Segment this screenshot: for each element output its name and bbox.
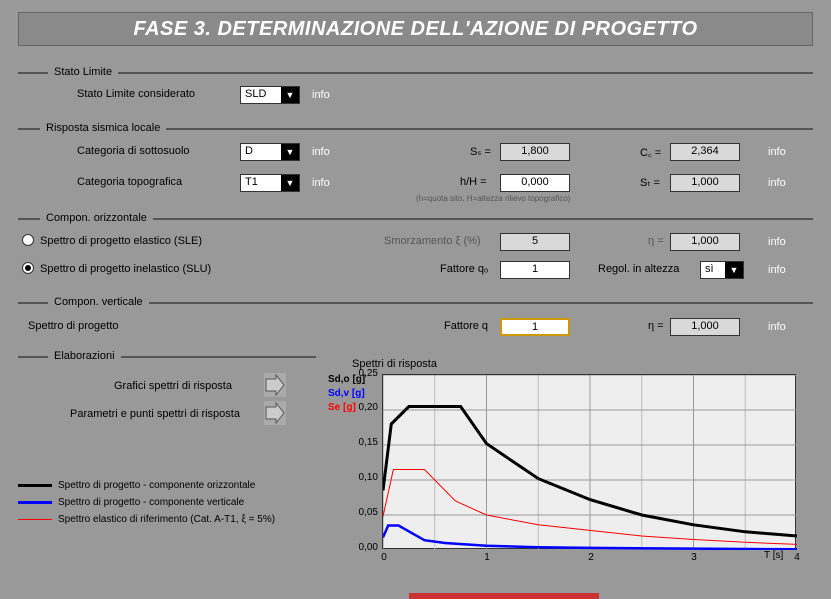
panel-tab-stato-limite: Stato Limite bbox=[48, 66, 118, 78]
info-link-sottosuolo[interactable]: info bbox=[312, 146, 330, 158]
button-grafici[interactable] bbox=[264, 373, 286, 397]
label-st: Sₜ = bbox=[640, 176, 660, 189]
legend-item-1: Spettro di progetto - componente orizzon… bbox=[18, 480, 318, 491]
info-link-stato-limite[interactable]: info bbox=[312, 89, 330, 101]
select-stato-limite-value: SLD bbox=[241, 87, 281, 103]
label-cat-sottosuolo: Categoria di sottosuolo bbox=[77, 145, 190, 157]
xtick-4: 4 bbox=[787, 552, 807, 563]
ytick-5: 0,25 bbox=[344, 368, 378, 379]
info-link-qo[interactable]: info bbox=[768, 264, 786, 276]
page-title: FASE 3. DETERMINAZIONE DELL'AZIONE DI PR… bbox=[18, 12, 813, 46]
chevron-down-icon: ▼ bbox=[281, 144, 299, 160]
label-regol: Regol. in altezza bbox=[598, 263, 679, 275]
x-axis-label: T [s] bbox=[764, 550, 783, 561]
value-cc: 2,364 bbox=[670, 143, 740, 161]
label-q-vert: Fattore q bbox=[444, 320, 488, 332]
label-spettro-vert: Spettro di progetto bbox=[28, 320, 119, 332]
button-parametri[interactable] bbox=[264, 401, 286, 425]
chevron-down-icon: ▼ bbox=[281, 175, 299, 191]
panel-tab-orizz: Compon. orizzontale bbox=[40, 212, 153, 224]
select-stato-limite[interactable]: SLD ▼ bbox=[240, 86, 300, 104]
ytick-4: 0,20 bbox=[344, 402, 378, 413]
label-eta-oriz: η = bbox=[648, 235, 664, 247]
label-sle: Spettro di progetto elastico (SLE) bbox=[40, 235, 202, 247]
xtick-1: 1 bbox=[477, 552, 497, 563]
xtick-0: 0 bbox=[374, 552, 394, 563]
xtick-2: 2 bbox=[581, 552, 601, 563]
label-stato-limite: Stato Limite considerato bbox=[77, 88, 195, 100]
xtick-3: 3 bbox=[684, 552, 704, 563]
panel-tab-vert: Compon. verticale bbox=[48, 296, 149, 308]
value-ss: 1,800 bbox=[500, 143, 570, 161]
select-cat-sottosuolo[interactable]: D ▼ bbox=[240, 143, 300, 161]
input-qo[interactable]: 1 bbox=[500, 261, 570, 279]
info-link-st[interactable]: info bbox=[768, 177, 786, 189]
ytick-1: 0,05 bbox=[344, 507, 378, 518]
select-regol[interactable]: sì ▼ bbox=[700, 261, 744, 279]
value-eta-vert: 1,000 bbox=[670, 318, 740, 336]
legend-item-3: Spettro elastico di riferimento (Cat. A-… bbox=[18, 514, 318, 525]
plot-area bbox=[382, 374, 796, 549]
label-ss: Sₛ = bbox=[470, 145, 491, 158]
label-parametri: Parametri e punti spettri di risposta bbox=[70, 408, 240, 420]
input-hH[interactable]: 0,000 bbox=[500, 174, 570, 192]
label-cc: C꜀ = bbox=[640, 145, 661, 160]
legend-item-2: Spettro di progetto - componente vertica… bbox=[18, 497, 318, 508]
chevron-down-icon: ▼ bbox=[281, 87, 299, 103]
info-link-smorz[interactable]: info bbox=[768, 236, 786, 248]
select-cat-topo-value: T1 bbox=[241, 175, 281, 191]
series-label-sdv: Sd,v [g] bbox=[328, 388, 365, 399]
value-st: 1,000 bbox=[670, 174, 740, 192]
label-cat-topo: Categoria topografica bbox=[77, 176, 182, 188]
panel-tab-elab: Elaborazioni bbox=[48, 350, 121, 362]
radio-slu[interactable] bbox=[22, 262, 34, 274]
input-q-vert[interactable]: 1 bbox=[500, 318, 570, 336]
ytick-3: 0,15 bbox=[344, 437, 378, 448]
chevron-down-icon: ▼ bbox=[725, 262, 743, 278]
bottom-accent bbox=[409, 593, 599, 599]
label-qo: Fattore qₒ bbox=[440, 263, 488, 275]
info-link-ss-cc[interactable]: info bbox=[768, 146, 786, 158]
label-slu: Spettro di progetto inelastico (SLU) bbox=[40, 263, 211, 275]
chart-legend: Spettro di progetto - componente orizzon… bbox=[18, 474, 318, 531]
value-smorz: 5 bbox=[500, 233, 570, 251]
response-spectra-chart: Sd,o [g] Sd,v [g] Se [g] 0,00 0,05 0,10 … bbox=[324, 372, 814, 570]
info-link-vert[interactable]: info bbox=[768, 321, 786, 333]
value-eta-oriz: 1,000 bbox=[670, 233, 740, 251]
info-link-topo[interactable]: info bbox=[312, 177, 330, 189]
label-smorz: Smorzamento ξ (%) bbox=[384, 235, 481, 247]
panel-tab-risposta: Risposta sismica locale bbox=[40, 122, 166, 134]
ytick-2: 0,10 bbox=[344, 472, 378, 483]
select-cat-sottosuolo-value: D bbox=[241, 144, 281, 160]
label-eta-vert: η = bbox=[648, 320, 664, 332]
label-hH: h/H = bbox=[460, 176, 487, 188]
ytick-0: 0,00 bbox=[344, 542, 378, 553]
note-hH: (h=quota sito, H=altezza rilievo topogra… bbox=[416, 194, 570, 203]
label-grafici: Grafici spettri di risposta bbox=[114, 380, 232, 392]
select-regol-value: sì bbox=[701, 262, 725, 278]
radio-sle[interactable] bbox=[22, 234, 34, 246]
select-cat-topo[interactable]: T1 ▼ bbox=[240, 174, 300, 192]
